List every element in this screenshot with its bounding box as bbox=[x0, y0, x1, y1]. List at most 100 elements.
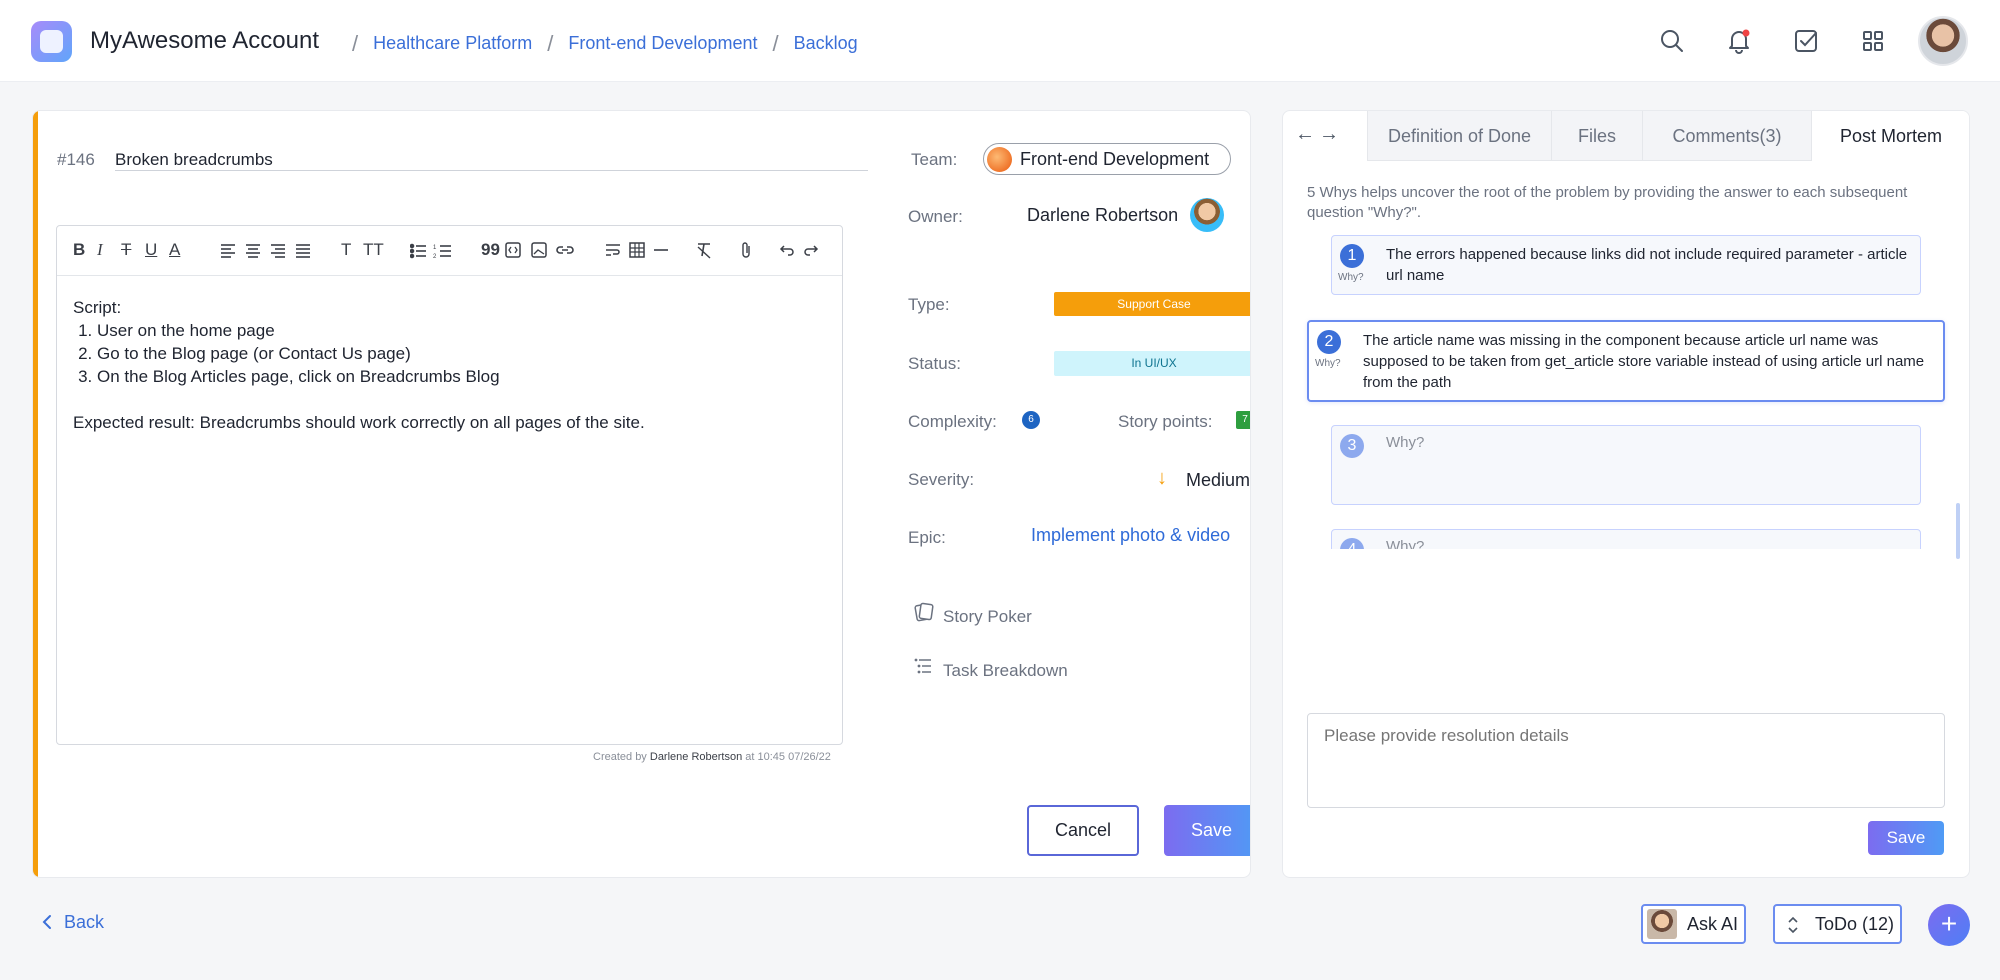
editor-content[interactable]: Script: User on the home page Go to the … bbox=[73, 296, 645, 434]
created-author: Darlene Robertson bbox=[649, 751, 743, 763]
tab-files[interactable]: Files bbox=[1551, 111, 1643, 161]
why-number: 3 bbox=[1340, 434, 1364, 458]
steps-list: User on the home page Go to the Blog pag… bbox=[97, 319, 645, 388]
scrollbar-thumb[interactable] bbox=[1956, 503, 1960, 559]
script-heading: Script: bbox=[73, 298, 122, 317]
epic-link[interactable]: Implement photo & video bbox=[1031, 525, 1230, 546]
side-tabs-panel: ←→ Definition of Done Files Comments(3) … bbox=[1282, 110, 1970, 878]
status-label: Status: bbox=[908, 354, 961, 373]
breadcrumb-backlog[interactable]: Backlog bbox=[794, 33, 858, 53]
list-tree-icon bbox=[914, 658, 931, 674]
undo-icon[interactable] bbox=[779, 242, 795, 258]
type-badge[interactable]: Support Case bbox=[1054, 292, 1250, 316]
resolution-save-button[interactable]: Save bbox=[1868, 821, 1944, 855]
align-icons[interactable] bbox=[221, 243, 311, 259]
code-block-icon[interactable] bbox=[505, 242, 521, 258]
team-name: Front-end Development bbox=[1020, 149, 1210, 169]
issue-id: #146 bbox=[57, 150, 95, 169]
text-color-icon[interactable]: A bbox=[169, 238, 180, 262]
tab-comments[interactable]: Comments(3) bbox=[1642, 111, 1812, 161]
why-sublabel: Why? bbox=[1338, 272, 1364, 283]
team-chip[interactable]: Front-end Development bbox=[983, 143, 1231, 175]
why-number: 1 bbox=[1340, 244, 1364, 268]
owner-name[interactable]: Darlene Robertson bbox=[1027, 205, 1178, 226]
account-name[interactable]: MyAwesome Account bbox=[90, 27, 319, 55]
cancel-button[interactable]: Cancel bbox=[1027, 805, 1139, 856]
step-item: Go to the Blog page (or Contact Us page) bbox=[97, 342, 645, 365]
team-label: Team: bbox=[911, 150, 958, 169]
notification-bell-icon[interactable] bbox=[1725, 27, 1753, 55]
issue-detail-panel: #146 Broken breadcrumbs B I T U A T TT 1… bbox=[32, 110, 1251, 878]
bold-icon[interactable]: B bbox=[73, 238, 85, 262]
tab-definition-of-done[interactable]: Definition of Done bbox=[1367, 111, 1552, 161]
story-poker-button[interactable]: Story Poker bbox=[913, 602, 1032, 627]
user-avatar[interactable] bbox=[1918, 16, 1968, 66]
step-item: User on the home page bbox=[97, 319, 645, 342]
description-editor[interactable]: B I T U A T TT 1 2 99 Script: 1. User on… bbox=[56, 225, 843, 745]
epic-label: Epic: bbox=[908, 528, 946, 547]
clear-format-icon[interactable] bbox=[695, 241, 713, 259]
chevron-left-icon bbox=[42, 915, 51, 929]
five-whys-intro: 5 Whys helps uncover the root of the pro… bbox=[1307, 184, 1908, 221]
tab-post-mortem[interactable]: Post Mortem bbox=[1811, 111, 1969, 161]
type-label: Type: bbox=[908, 295, 950, 314]
search-icon[interactable] bbox=[1658, 27, 1686, 55]
breadcrumb-healthcare-platform[interactable]: Healthcare Platform bbox=[373, 33, 532, 53]
list-icons[interactable]: 12 bbox=[410, 243, 452, 259]
why-number: 2 bbox=[1317, 330, 1341, 354]
resolution-input[interactable] bbox=[1307, 713, 1945, 808]
quote-icon[interactable]: 99 bbox=[481, 238, 500, 262]
why-item-2[interactable]: 2 Why? The article name was missing in t… bbox=[1307, 320, 1945, 402]
svg-text:2: 2 bbox=[433, 254, 437, 259]
story-points-label: Story points: bbox=[1118, 412, 1213, 431]
ask-ai-button[interactable]: Ask AI bbox=[1641, 904, 1746, 944]
severity-label: Severity: bbox=[908, 470, 975, 489]
back-link[interactable]: Back bbox=[40, 912, 104, 933]
table-icon[interactable] bbox=[629, 242, 645, 258]
horizontal-rule-icon[interactable] bbox=[653, 242, 669, 258]
why-answer[interactable]: The article name was missing in the comp… bbox=[1363, 330, 1933, 393]
app-logo[interactable] bbox=[31, 21, 72, 62]
team-avatar bbox=[987, 147, 1012, 172]
step-item: On the Blog Articles page, click on Brea… bbox=[97, 365, 645, 388]
editor-toolbar: B I T U A T TT 1 2 99 bbox=[57, 226, 842, 276]
apps-grid-icon[interactable] bbox=[1859, 27, 1887, 55]
created-suffix: at 10:45 07/26/22 bbox=[745, 751, 831, 763]
why-item-3[interactable]: 3 Why? bbox=[1331, 425, 1921, 505]
breadcrumb-front-end-development[interactable]: Front-end Development bbox=[568, 33, 757, 53]
severity-arrow-icon: ↓ bbox=[1157, 467, 1167, 489]
todo-button[interactable]: ToDo (12) bbox=[1773, 904, 1902, 944]
why-placeholder[interactable]: Why? bbox=[1386, 434, 1424, 451]
italic-icon[interactable]: I bbox=[97, 238, 103, 262]
why-item-1[interactable]: 1 Why? The errors happened because links… bbox=[1331, 235, 1921, 295]
image-icon[interactable] bbox=[531, 242, 547, 258]
status-badge[interactable]: In UI/UX bbox=[1054, 351, 1250, 376]
task-breakdown-button[interactable]: Task Breakdown bbox=[913, 656, 1068, 681]
underline-icon[interactable]: U bbox=[145, 238, 157, 262]
wrap-icon[interactable] bbox=[605, 242, 621, 258]
expected-result: Expected result: Breadcrumbs should work… bbox=[73, 413, 645, 432]
why-item-4[interactable]: 4 Why? bbox=[1331, 529, 1921, 549]
owner-avatar[interactable] bbox=[1190, 198, 1224, 232]
five-whys-list[interactable]: 1 Why? The errors happened because links… bbox=[1283, 229, 1969, 549]
attachment-icon[interactable] bbox=[739, 241, 753, 259]
issue-title-input[interactable]: Broken breadcrumbs bbox=[115, 150, 273, 170]
story-points-badge[interactable]: 7 bbox=[1236, 411, 1250, 429]
complexity-badge[interactable]: 6 bbox=[1022, 411, 1040, 429]
save-button[interactable]: Save bbox=[1164, 805, 1250, 856]
top-header: MyAwesome Account / Healthcare Platform … bbox=[0, 0, 2000, 82]
created-by-note: Created by Darlene Robertson at 10:45 07… bbox=[593, 751, 831, 763]
text-size-icon[interactable]: T bbox=[341, 238, 351, 262]
why-answer[interactable]: The errors happened because links did no… bbox=[1386, 244, 1914, 286]
strikethrough-icon[interactable]: T bbox=[121, 238, 131, 262]
text-style-icon[interactable]: TT bbox=[363, 238, 384, 262]
why-placeholder[interactable]: Why? bbox=[1386, 538, 1424, 549]
tab-scroll-arrows[interactable]: ←→ bbox=[1295, 123, 1347, 146]
redo-icon[interactable] bbox=[803, 242, 819, 258]
expand-icon bbox=[1788, 916, 1798, 934]
tasks-check-icon[interactable] bbox=[1792, 27, 1820, 55]
add-button[interactable]: + bbox=[1928, 904, 1970, 946]
severity-value[interactable]: Medium bbox=[1186, 470, 1250, 491]
breadcrumb-separator: / bbox=[352, 31, 359, 56]
link-icon[interactable] bbox=[555, 242, 575, 258]
